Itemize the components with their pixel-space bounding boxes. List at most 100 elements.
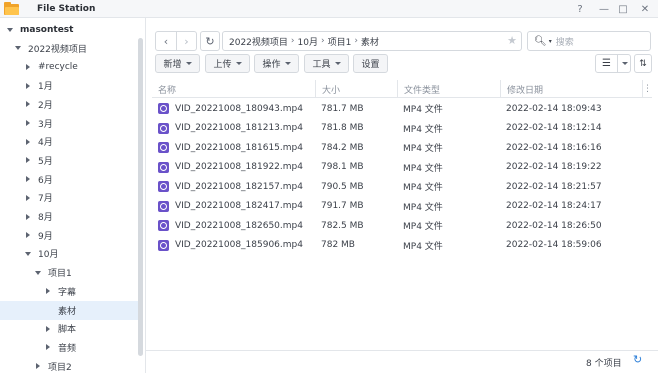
path-segment[interactable]: 项目1 bbox=[328, 35, 352, 48]
search-input[interactable]: 🔍︎ ▾ 搜索 bbox=[527, 31, 651, 51]
file-name: VID_20221008_180943.mp4 bbox=[175, 103, 303, 114]
table-row[interactable]: VID_20221008_181615.mp4 784.2 MB MP4 文件 202… bbox=[152, 138, 652, 157]
chevron-right-icon[interactable] bbox=[24, 213, 32, 221]
chevron-right-icon[interactable] bbox=[24, 175, 32, 183]
column-header-type[interactable]: 文件类型 bbox=[397, 80, 500, 98]
chevron-down-icon[interactable] bbox=[14, 44, 22, 52]
sidebar-item-folder[interactable]: 9月 bbox=[0, 226, 138, 245]
back-button[interactable]: ‹ bbox=[156, 32, 176, 50]
view-mode-button[interactable]: ☰ bbox=[595, 54, 631, 73]
chevron-right-icon[interactable] bbox=[24, 194, 32, 202]
file-name-cell: VID_20221008_182650.mp4 bbox=[158, 216, 303, 235]
file-type: MP4 文件 bbox=[403, 163, 443, 174]
status-bar: 8 个项目 ↻ bbox=[146, 350, 658, 373]
chevron-right-icon[interactable] bbox=[24, 138, 32, 146]
table-row[interactable]: VID_20221008_181922.mp4 798.1 MB MP4 文件 202… bbox=[152, 158, 652, 177]
file-size-cell: 791.7 MB bbox=[321, 197, 364, 216]
chevron-right-icon[interactable] bbox=[24, 119, 32, 127]
sidebar-item-folder[interactable]: 3月 bbox=[0, 114, 138, 133]
column-header-name[interactable]: 名称 bbox=[152, 80, 315, 98]
column-menu-icon[interactable]: ⋮ bbox=[642, 80, 652, 98]
table-row[interactable]: VID_20221008_182157.mp4 790.5 MB MP4 文件 202… bbox=[152, 177, 652, 196]
sidebar-item-folder[interactable]: 5月 bbox=[0, 151, 138, 170]
settings-button-label: 设置 bbox=[361, 60, 380, 70]
sidebar-item-folder[interactable]: 2月 bbox=[0, 95, 138, 114]
chevron-down-icon[interactable] bbox=[24, 250, 32, 258]
sidebar-item-folder[interactable]: 10月 bbox=[0, 244, 138, 263]
video-file-icon bbox=[158, 200, 169, 212]
file-modified-cell: 2022-02-14 18:59:06 bbox=[506, 236, 602, 255]
maximize-button[interactable]: □ bbox=[615, 1, 631, 17]
sidebar-item-label: masontest bbox=[20, 24, 74, 35]
path-segment[interactable]: 素材 bbox=[361, 35, 379, 48]
sidebar-item-label: 4月 bbox=[38, 138, 53, 149]
sidebar-item-folder[interactable]: #recycle bbox=[0, 57, 138, 76]
chevron-right-icon[interactable] bbox=[24, 156, 32, 164]
close-button[interactable]: ✕ bbox=[637, 1, 653, 17]
sidebar-item-folder[interactable]: 4月 bbox=[0, 132, 138, 151]
minimize-button[interactable]: — bbox=[596, 1, 612, 17]
file-size-cell: 782.5 MB bbox=[321, 216, 364, 235]
table-row[interactable]: VID_20221008_185906.mp4 782 MB MP4 文件 2022-… bbox=[152, 236, 652, 255]
table-row[interactable]: VID_20221008_182650.mp4 782.5 MB MP4 文件 202… bbox=[152, 216, 652, 235]
sidebar-item-folder[interactable]: 字幕 bbox=[0, 282, 138, 301]
path-segment[interactable]: 10月 bbox=[298, 35, 318, 48]
file-size: 790.5 MB bbox=[321, 181, 364, 192]
chevron-down-icon[interactable] bbox=[6, 26, 14, 34]
file-type: MP4 文件 bbox=[403, 124, 443, 135]
sidebar-item-folder[interactable]: 素材 bbox=[0, 300, 138, 320]
table-row[interactable]: VID_20221008_182417.mp4 791.7 MB MP4 文件 202… bbox=[152, 197, 652, 216]
sidebar-item-folder[interactable]: 2022视频项目 bbox=[0, 39, 138, 58]
file-modified: 2022-02-14 18:09:43 bbox=[506, 103, 602, 114]
tools-button[interactable]: 工具 bbox=[304, 54, 349, 73]
chevron-right-icon[interactable] bbox=[24, 231, 32, 239]
file-modified-cell: 2022-02-14 18:16:16 bbox=[506, 138, 602, 157]
table-row[interactable]: VID_20221008_181213.mp4 781.8 MB MP4 文件 202… bbox=[152, 119, 652, 138]
file-type-cell: MP4 文件 bbox=[403, 236, 443, 255]
chevron-down-icon[interactable] bbox=[34, 269, 42, 277]
path-segment[interactable]: 2022视频项目 bbox=[229, 35, 288, 48]
file-type: MP4 文件 bbox=[403, 105, 443, 115]
forward-button[interactable]: › bbox=[176, 32, 196, 50]
column-header-size[interactable]: 大小 bbox=[315, 80, 397, 98]
sort-button[interactable]: ⇅ bbox=[634, 54, 652, 73]
path-bar[interactable]: 2022视频项目 › 10月 › 项目1 › 素材 ★ bbox=[222, 31, 522, 51]
refresh-button[interactable]: ↻ bbox=[200, 31, 220, 51]
sidebar-item-folder[interactable]: 6月 bbox=[0, 170, 138, 189]
chevron-right-icon[interactable] bbox=[34, 362, 42, 370]
chevron-right-icon[interactable] bbox=[24, 100, 32, 108]
file-name-cell: VID_20221008_182417.mp4 bbox=[158, 197, 303, 216]
sidebar-item-folder[interactable]: 项目2 bbox=[0, 357, 138, 373]
sidebar-item-label: 7月 bbox=[38, 194, 53, 205]
sidebar-scrollbar[interactable] bbox=[138, 38, 143, 356]
upload-button[interactable]: 上传 bbox=[205, 54, 250, 73]
sidebar-item-folder[interactable]: 脚本 bbox=[0, 319, 138, 338]
chevron-right-icon[interactable] bbox=[24, 82, 32, 90]
chevron-right-icon[interactable] bbox=[44, 325, 52, 333]
video-file-icon bbox=[158, 122, 169, 134]
refresh-icon[interactable]: ↻ bbox=[633, 353, 642, 366]
action-button[interactable]: 操作 bbox=[254, 54, 299, 73]
video-file-icon bbox=[158, 103, 169, 114]
sidebar-item-folder[interactable]: masontest bbox=[0, 20, 138, 39]
settings-button[interactable]: 设置 bbox=[353, 54, 388, 73]
tools-button-label: 工具 bbox=[312, 60, 331, 70]
file-modified: 2022-02-14 18:19:22 bbox=[506, 162, 602, 172]
sidebar-item-folder[interactable]: 项目1 bbox=[0, 263, 138, 282]
chevron-right-icon[interactable] bbox=[24, 63, 32, 71]
file-modified-cell: 2022-02-14 18:19:22 bbox=[506, 158, 602, 177]
video-file-icon bbox=[158, 142, 169, 153]
column-header-modified[interactable]: 修改日期 bbox=[500, 80, 642, 98]
file-name: VID_20221008_182650.mp4 bbox=[175, 220, 303, 231]
sidebar-item-folder[interactable]: 1月 bbox=[0, 76, 138, 95]
sidebar-item-label: 8月 bbox=[38, 213, 53, 223]
sidebar-item-folder[interactable]: 7月 bbox=[0, 188, 138, 207]
help-button[interactable]: ? bbox=[572, 1, 588, 17]
new-button[interactable]: 新增 bbox=[155, 54, 200, 73]
table-row[interactable]: VID_20221008_180943.mp4 781.7 MB MP4 文件 202… bbox=[152, 99, 652, 118]
sidebar-item-folder[interactable]: 音频 bbox=[0, 338, 138, 357]
sidebar-item-folder[interactable]: 8月 bbox=[0, 207, 138, 226]
star-icon[interactable]: ★ bbox=[507, 34, 517, 47]
chevron-right-icon[interactable] bbox=[44, 287, 52, 295]
chevron-right-icon[interactable] bbox=[44, 343, 52, 351]
